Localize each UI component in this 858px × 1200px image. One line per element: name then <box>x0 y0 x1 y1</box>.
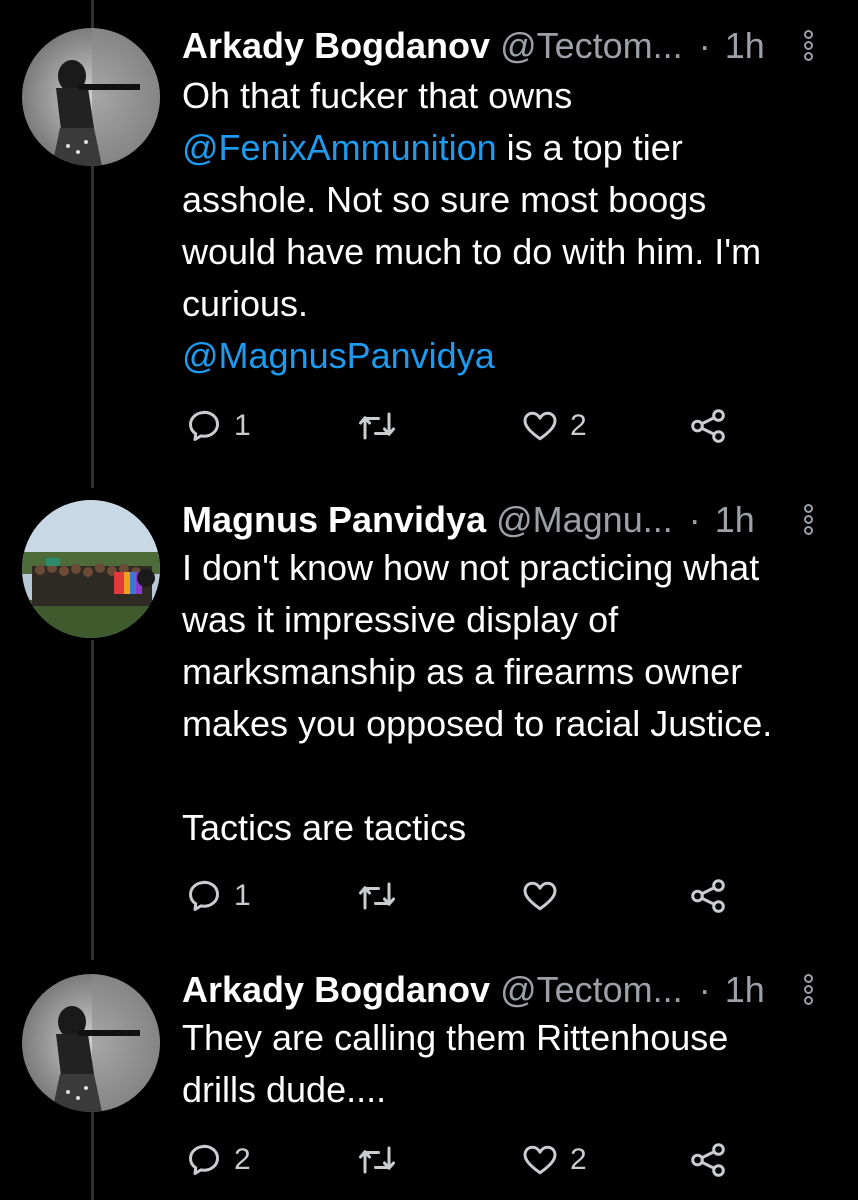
tweet-text: Oh that fucker that owns @FenixAmmunitio… <box>182 70 832 382</box>
separator-dot: · <box>698 969 711 1010</box>
display-name[interactable]: Arkady Bogdanov <box>182 25 490 66</box>
reply-icon <box>189 880 219 911</box>
tweet-line: @MagnusPanvidya <box>182 330 832 382</box>
tweet-line: was it impressive display of <box>182 599 619 640</box>
reply-button[interactable]: 1 <box>186 402 251 450</box>
timestamp[interactable]: 1h <box>725 969 765 1010</box>
like-button[interactable] <box>522 872 570 920</box>
tweet-line: I don't know how not practicing what <box>182 547 760 588</box>
reply-count: 1 <box>234 879 251 912</box>
share-icon <box>691 1143 725 1177</box>
share-button[interactable] <box>688 402 728 450</box>
tweet-text: I don't know how not practicing what was… <box>182 542 832 854</box>
more-vertical-icon[interactable] <box>804 504 818 537</box>
tweet-actions: 1 2 <box>182 402 742 450</box>
retweet-button[interactable] <box>357 1136 409 1184</box>
user-handle[interactable]: @Tectom... <box>500 25 683 66</box>
like-count: 2 <box>570 1143 587 1176</box>
share-icon <box>691 409 725 443</box>
reply-icon <box>189 1144 219 1175</box>
timestamp[interactable]: 1h <box>725 25 765 66</box>
reply-count: 1 <box>234 409 251 442</box>
reply-icon <box>189 410 219 441</box>
tweet[interactable]: Arkady Bogdanov @Tectom... · 1h They are… <box>0 962 858 1200</box>
reply-button[interactable]: 2 <box>186 1136 251 1184</box>
retweet-icon <box>359 412 395 440</box>
tweet-actions: 2 2 <box>182 1136 742 1184</box>
reply-button[interactable]: 1 <box>186 872 251 920</box>
display-name[interactable]: Magnus Panvidya <box>182 499 486 540</box>
tweet-line: marksmanship as a firearms owner <box>182 651 743 692</box>
heart-icon <box>523 1145 557 1175</box>
timestamp[interactable]: 1h <box>715 499 755 540</box>
more-vertical-icon[interactable] <box>804 974 818 1007</box>
retweet-icon <box>359 1146 395 1174</box>
tweet-header: Arkady Bogdanov @Tectom... · 1h <box>182 968 828 1012</box>
separator-dot: · <box>698 25 711 66</box>
tweet-line: would have much to do with him. I'm <box>182 231 762 272</box>
tweet-line: makes you opposed to racial Justice. <box>182 703 773 744</box>
share-button[interactable] <box>688 872 728 920</box>
tweet-text: They are calling them Rittenhouse drills… <box>182 1012 832 1116</box>
user-handle[interactable]: @Tectom... <box>500 969 683 1010</box>
like-button[interactable]: 2 <box>522 402 587 450</box>
separator-dot: · <box>688 499 701 540</box>
tweet[interactable]: Magnus Panvidya @Magnu... · 1h I don't k… <box>0 490 858 950</box>
share-icon <box>691 879 725 913</box>
avatar[interactable] <box>22 28 160 166</box>
tweet-line: They are calling them Rittenhouse <box>182 1017 729 1058</box>
retweet-button[interactable] <box>357 872 409 920</box>
tweet-line-text: is a top tier <box>496 127 683 168</box>
like-button[interactable]: 2 <box>522 1136 587 1184</box>
user-handle[interactable]: @Magnu... <box>496 499 673 540</box>
mention-link[interactable]: @FenixAmmunition <box>182 127 497 168</box>
display-name[interactable]: Arkady Bogdanov <box>182 969 490 1010</box>
tweet-line: @FenixAmmunition is a top tier <box>182 122 832 174</box>
avatar[interactable] <box>22 500 160 638</box>
more-vertical-icon[interactable] <box>804 30 818 63</box>
retweet-button[interactable] <box>357 402 409 450</box>
reply-count: 2 <box>234 1143 251 1176</box>
tweet-line: Tactics are tactics <box>182 807 467 848</box>
heart-icon <box>523 881 557 911</box>
tweet-line: curious. <box>182 283 309 324</box>
tweet-header: Arkady Bogdanov @Tectom... · 1h <box>182 24 828 68</box>
mention-link[interactable]: @MagnusPanvidya <box>182 335 495 376</box>
share-button[interactable] <box>688 1136 728 1184</box>
avatar[interactable] <box>22 974 160 1112</box>
like-count: 2 <box>570 409 587 442</box>
tweet[interactable]: Arkady Bogdanov @Tectom... · 1h Oh that … <box>0 0 858 470</box>
tweet-line: asshole. Not so sure most boogs <box>182 179 707 220</box>
tweet-line: Oh that fucker that owns <box>182 75 573 116</box>
heart-icon <box>523 411 557 441</box>
tweet-header: Magnus Panvidya @Magnu... · 1h <box>182 498 828 542</box>
retweet-icon <box>359 882 395 910</box>
tweet-actions: 1 <box>182 872 742 920</box>
tweet-line: drills dude.... <box>182 1069 387 1110</box>
